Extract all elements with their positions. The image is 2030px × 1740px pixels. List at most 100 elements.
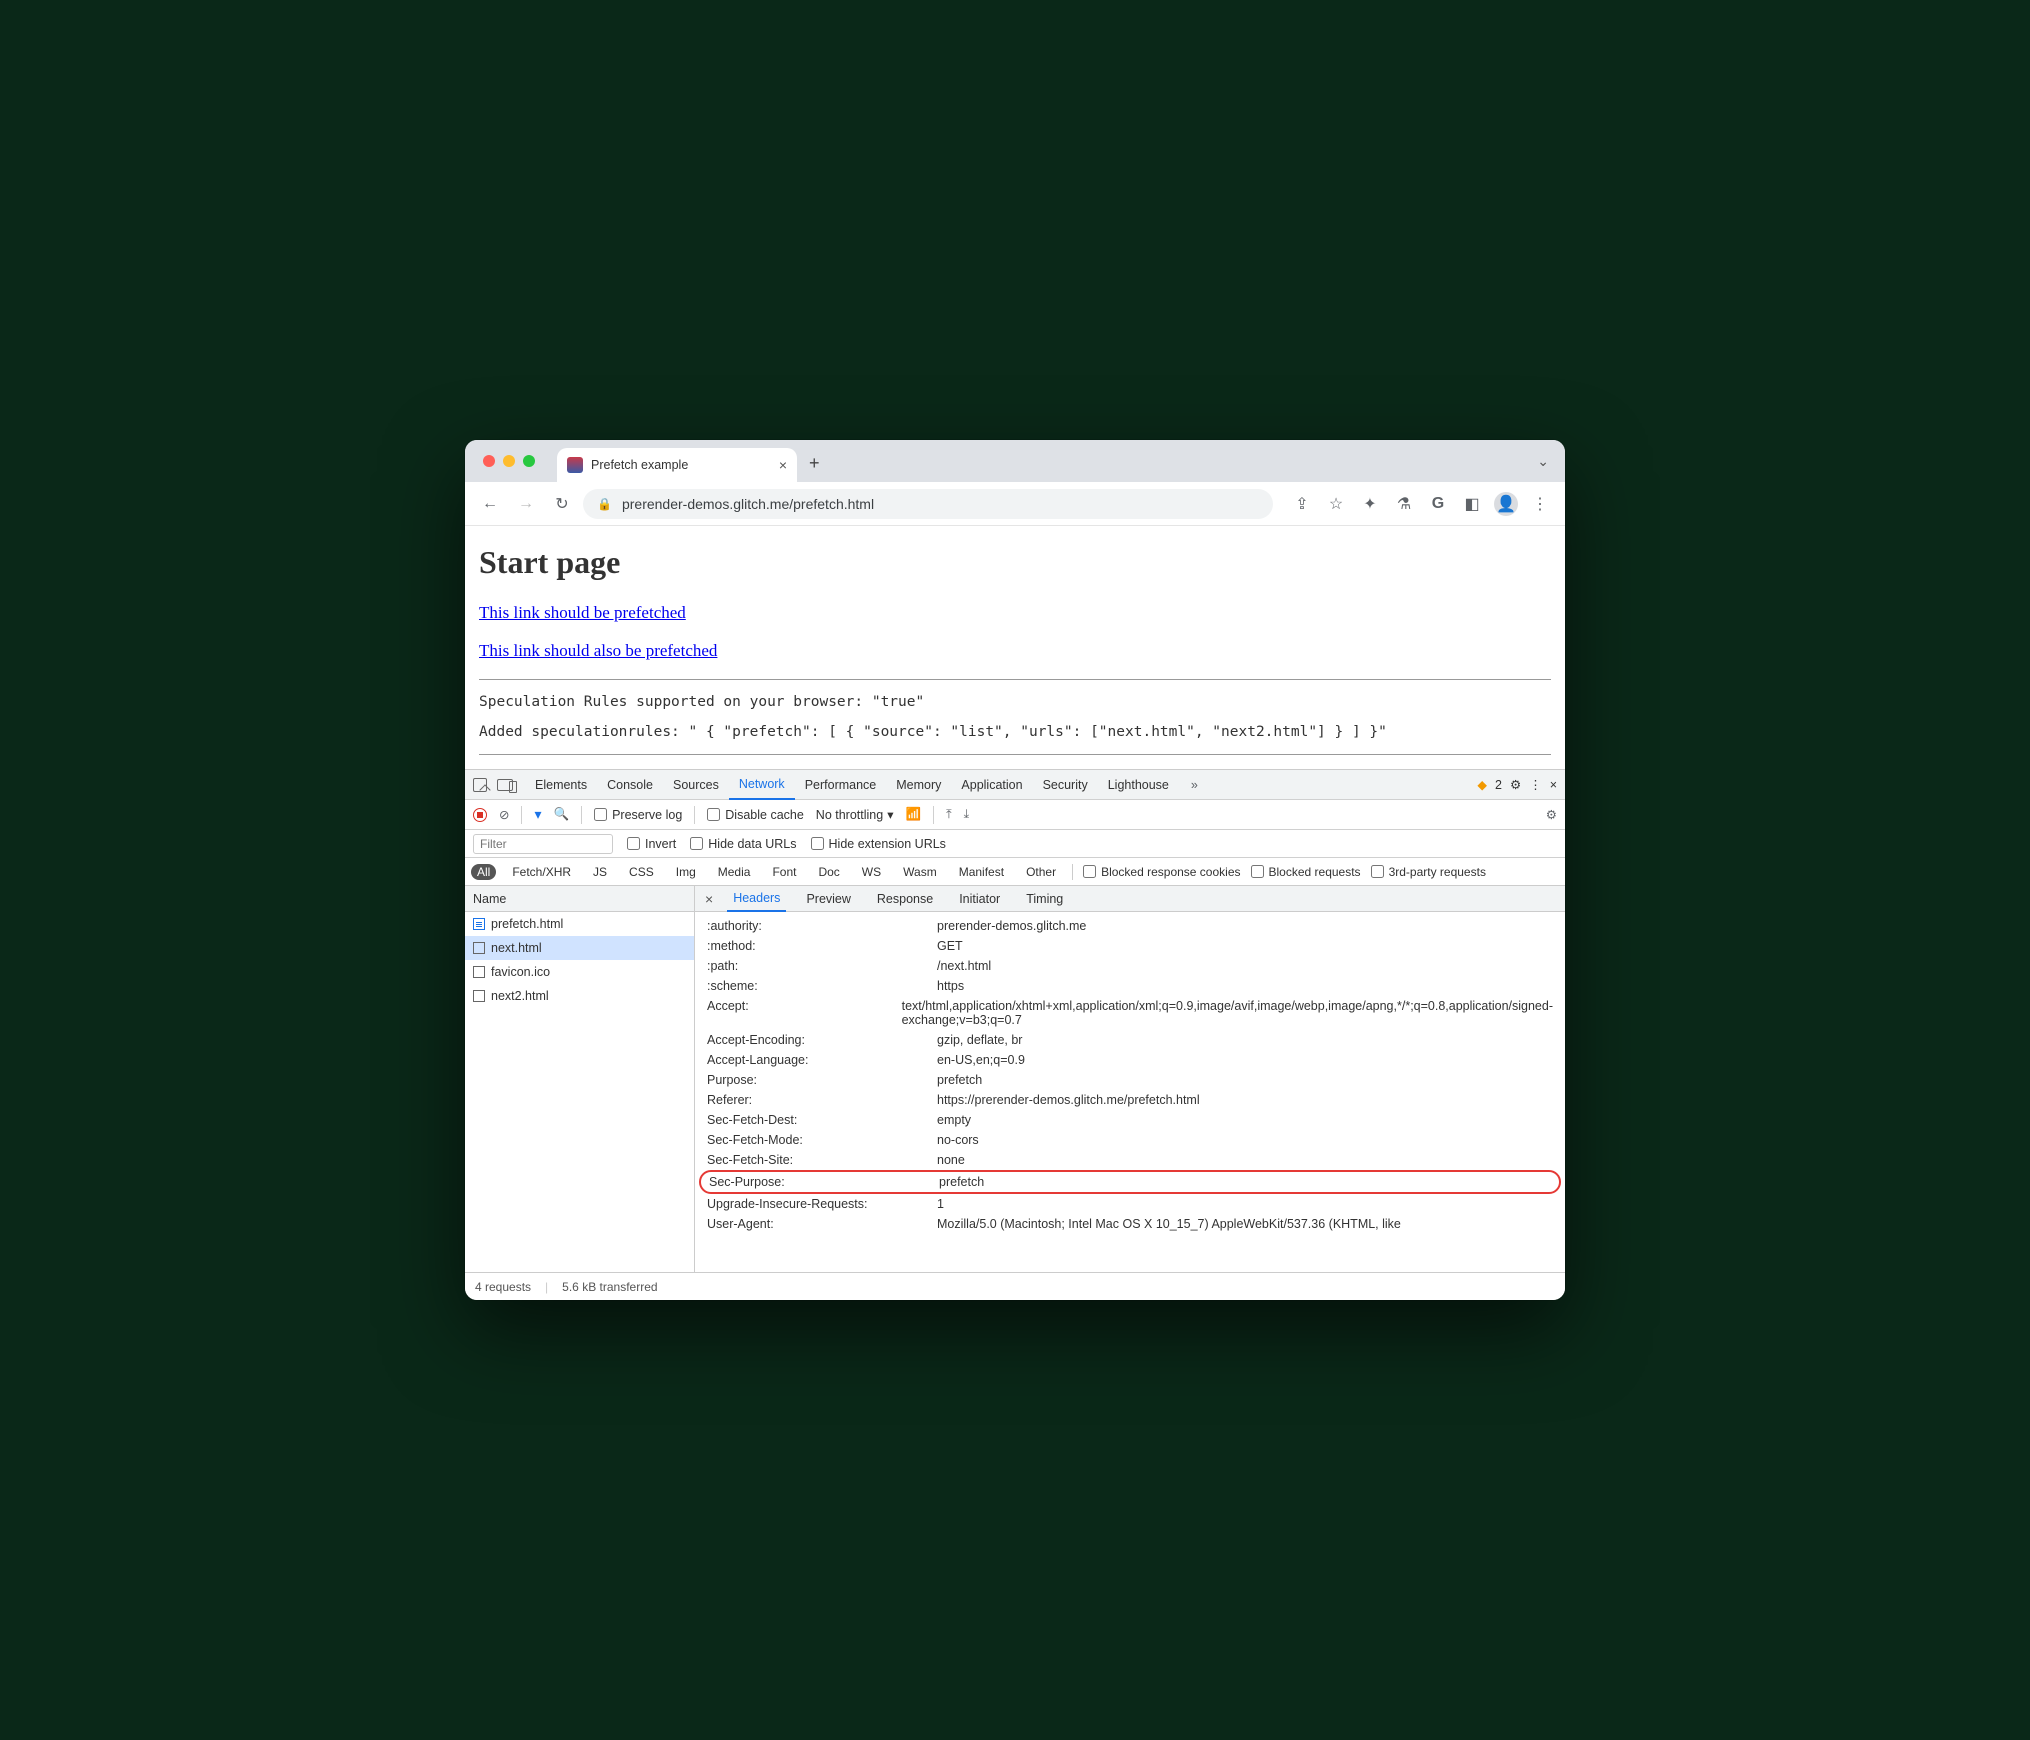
tabs-dropdown-button[interactable]: ⌄: [1537, 453, 1555, 470]
chevron-down-icon: ▾: [887, 807, 893, 822]
third-party-checkbox[interactable]: 3rd-party requests: [1371, 865, 1486, 879]
header-key: :scheme:: [707, 979, 917, 993]
settings-icon[interactable]: ⚙: [1510, 777, 1521, 792]
type-filter-all[interactable]: All: [471, 864, 496, 880]
panel-tab-preview[interactable]: Preview: [800, 886, 856, 912]
request-row[interactable]: next.html: [465, 936, 694, 960]
prefetch-link-1[interactable]: This link should be prefetched: [479, 603, 1551, 623]
extensions-button[interactable]: ✦: [1355, 489, 1385, 519]
prefetch-link-2[interactable]: This link should also be prefetched: [479, 641, 1551, 661]
devtools-tab-elements[interactable]: Elements: [525, 770, 597, 800]
address-bar[interactable]: 🔒 prerender-demos.glitch.me/prefetch.htm…: [583, 489, 1273, 519]
header-row: Accept:text/html,application/xhtml+xml,a…: [707, 996, 1553, 1030]
type-filter-manifest[interactable]: Manifest: [953, 864, 1010, 880]
panel-tab-headers[interactable]: Headers: [727, 886, 786, 912]
request-list: prefetch.htmlnext.htmlfavicon.iconext2.h…: [465, 912, 695, 1272]
type-filter-js[interactable]: JS: [587, 864, 613, 880]
import-har-button[interactable]: ⤒: [946, 807, 952, 822]
panel-tab-response[interactable]: Response: [871, 886, 939, 912]
devtools-tab-bar: ElementsConsoleSourcesNetworkPerformance…: [465, 770, 1565, 800]
type-filter-doc[interactable]: Doc: [812, 864, 845, 880]
request-row[interactable]: prefetch.html: [465, 912, 694, 936]
network-settings-icon[interactable]: ⚙: [1546, 807, 1557, 822]
header-value: prefetch: [937, 1073, 1553, 1087]
browser-tab[interactable]: Prefetch example ×: [557, 448, 797, 482]
devtools-tab-sources[interactable]: Sources: [663, 770, 729, 800]
close-panel-button[interactable]: ×: [705, 891, 713, 907]
device-toggle-icon[interactable]: [497, 779, 513, 791]
header-key: Accept-Language:: [707, 1053, 917, 1067]
menu-button[interactable]: ⋮: [1525, 489, 1555, 519]
clear-button[interactable]: ⊘: [499, 807, 509, 822]
warnings-icon[interactable]: ◆: [1477, 777, 1487, 792]
tab-title: Prefetch example: [591, 458, 688, 472]
type-filter-ws[interactable]: WS: [856, 864, 887, 880]
type-filter-fetchxhr[interactable]: Fetch/XHR: [506, 864, 577, 880]
header-row: Upgrade-Insecure-Requests:1: [707, 1194, 1553, 1214]
network-conditions-icon[interactable]: 📶: [905, 807, 921, 822]
close-window-button[interactable]: [483, 455, 495, 467]
header-row: Sec-Fetch-Mode:no-cors: [707, 1130, 1553, 1150]
hide-data-urls-checkbox[interactable]: Hide data URLs: [690, 837, 796, 851]
devtools-tab-network[interactable]: Network: [729, 770, 795, 800]
header-row: Sec-Fetch-Dest:empty: [707, 1110, 1553, 1130]
devtools-tab-console[interactable]: Console: [597, 770, 663, 800]
panel-tab-timing[interactable]: Timing: [1020, 886, 1069, 912]
labs-button[interactable]: ⚗: [1389, 489, 1419, 519]
profile-button[interactable]: 👤: [1491, 489, 1521, 519]
new-tab-button[interactable]: +: [809, 453, 820, 474]
close-devtools-button[interactable]: ×: [1550, 778, 1557, 792]
toolbar-actions: ⇪ ☆ ✦ ⚗ G ◧ 👤 ⋮: [1287, 489, 1555, 519]
type-filter-wasm[interactable]: Wasm: [897, 864, 943, 880]
side-panel-button[interactable]: ◧: [1457, 489, 1487, 519]
preserve-log-checkbox[interactable]: Preserve log: [594, 808, 682, 822]
share-button[interactable]: ⇪: [1287, 489, 1317, 519]
request-row[interactable]: next2.html: [465, 984, 694, 1008]
search-icon[interactable]: 🔍: [554, 807, 570, 822]
type-filter-img[interactable]: Img: [670, 864, 702, 880]
google-button[interactable]: G: [1423, 489, 1453, 519]
panel-tab-initiator[interactable]: Initiator: [953, 886, 1006, 912]
header-key: Accept-Encoding:: [707, 1033, 917, 1047]
record-button[interactable]: [473, 808, 487, 822]
name-column-header[interactable]: Name: [465, 886, 695, 911]
header-key: :path:: [707, 959, 917, 973]
request-row[interactable]: favicon.ico: [465, 960, 694, 984]
minimize-window-button[interactable]: [503, 455, 515, 467]
bookmark-button[interactable]: ☆: [1321, 489, 1351, 519]
devtools-menu-button[interactable]: ⋮: [1529, 777, 1542, 792]
header-key: Sec-Purpose:: [709, 1175, 919, 1189]
header-row: Sec-Purpose:prefetch: [699, 1170, 1561, 1194]
export-har-button[interactable]: ⤓: [964, 807, 970, 822]
warnings-count: 2: [1495, 778, 1502, 792]
more-tabs-button[interactable]: »: [1181, 770, 1208, 800]
inspect-icon[interactable]: [473, 778, 487, 792]
devtools-tab-security[interactable]: Security: [1033, 770, 1098, 800]
disable-cache-checkbox[interactable]: Disable cache: [707, 808, 804, 822]
type-filter-font[interactable]: Font: [766, 864, 802, 880]
header-value: prerender-demos.glitch.me: [937, 919, 1553, 933]
invert-checkbox[interactable]: Invert: [627, 837, 676, 851]
header-row: :scheme:https: [707, 976, 1553, 996]
type-filter-css[interactable]: CSS: [623, 864, 660, 880]
reload-button[interactable]: ↻: [547, 489, 577, 519]
throttling-select[interactable]: No throttling▾: [816, 807, 894, 822]
filter-input[interactable]: [473, 834, 613, 854]
network-header-row: Name × Headers Preview Response Initiator Ti…: [465, 886, 1565, 912]
blocked-cookies-checkbox[interactable]: Blocked response cookies: [1083, 865, 1240, 879]
forward-button[interactable]: →: [511, 489, 541, 519]
devtools-tab-lighthouse[interactable]: Lighthouse: [1098, 770, 1179, 800]
blocked-requests-checkbox[interactable]: Blocked requests: [1251, 865, 1361, 879]
page-content: Start page This link should be prefetche…: [465, 526, 1565, 769]
type-filter-media[interactable]: Media: [712, 864, 757, 880]
devtools-tab-application[interactable]: Application: [951, 770, 1032, 800]
type-filter-other[interactable]: Other: [1020, 864, 1062, 880]
devtools-tab-memory[interactable]: Memory: [886, 770, 951, 800]
header-row: User-Agent:Mozilla/5.0 (Macintosh; Intel…: [707, 1214, 1553, 1234]
back-button[interactable]: ←: [475, 489, 505, 519]
fullscreen-window-button[interactable]: [523, 455, 535, 467]
hide-extension-urls-checkbox[interactable]: Hide extension URLs: [811, 837, 946, 851]
close-tab-button[interactable]: ×: [779, 457, 787, 473]
filter-icon[interactable]: ▾: [534, 806, 541, 823]
devtools-tab-performance[interactable]: Performance: [795, 770, 887, 800]
